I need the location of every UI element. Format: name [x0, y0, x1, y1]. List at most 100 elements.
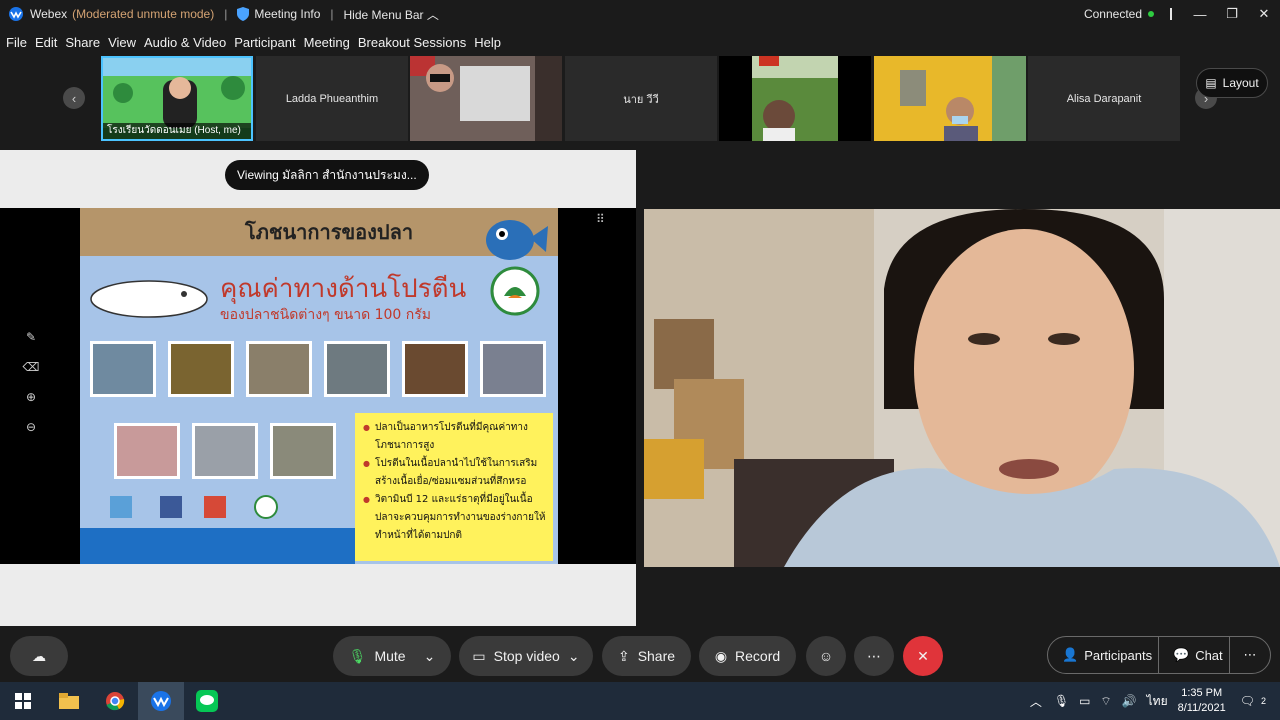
fish-photo [324, 341, 390, 397]
chat-icon: 💬 [1173, 647, 1190, 662]
annotation-toolbar: ✎ ⌫ ⊕ ⊖ [18, 330, 44, 458]
app-name: Webex [30, 7, 68, 21]
system-tray: ︿ 🎙 ▭ ⌔ 🔊 ไทย 1:35 PM 8/11/2021 🗨 2 [1030, 682, 1280, 720]
slide-bullet: โปรตีนในเนื้อปลานำไปใช้ในการเสริมสร้างเน… [363, 455, 547, 491]
fish-photo [402, 341, 468, 397]
minimize-button[interactable]: — [1184, 0, 1216, 28]
share-icon: ⇪ [617, 647, 630, 664]
person-icon: 👤 [1062, 647, 1079, 662]
slide-bullet: ปลาเป็นอาหารโปรตีนที่มีคุณค่าทางโภชนาการ… [363, 419, 547, 455]
share-label: Share [637, 648, 676, 664]
menu-participant[interactable]: Participant [234, 35, 295, 50]
file-explorer-button[interactable] [46, 682, 92, 720]
volume-icon[interactable]: 🔊 [1122, 694, 1137, 708]
drag-handle-icon[interactable]: ⠿ [596, 212, 605, 226]
participant-strip: ‹ โรงเรียนวัดดอนเมย (Host, me) Ladda Phu… [0, 56, 1280, 142]
slide-footer-bar [80, 528, 355, 564]
fish-photo [192, 423, 258, 479]
chevron-down-icon[interactable]: ⌄ [568, 648, 580, 665]
chevron-up-icon[interactable]: ︿ [1030, 693, 1042, 710]
participants-button[interactable]: 👤 Participants [1047, 636, 1159, 674]
slide-subtitle-2: ของปลาชนิดต่างๆ ขนาด 100 กรัม [220, 307, 432, 323]
participant-tile[interactable] [410, 56, 562, 141]
battery-icon[interactable]: ▭ [1079, 694, 1090, 708]
wifi-icon[interactable]: ⌔ [1100, 694, 1111, 709]
fish-photo [270, 423, 336, 479]
meeting-info-label: Meeting Info [254, 7, 321, 21]
leave-meeting-button[interactable]: ✕ [903, 636, 943, 676]
menu-breakout-sessions[interactable]: Breakout Sessions [358, 35, 466, 50]
participant-tile[interactable] [874, 56, 1026, 141]
folder-icon [59, 693, 79, 709]
active-speaker-video[interactable] [644, 209, 1280, 567]
participant-tile[interactable]: นาย วีวี [565, 56, 717, 141]
participant-video-frame [410, 56, 562, 141]
fish-photo [168, 341, 234, 397]
record-button[interactable]: ◉ Record [699, 636, 796, 676]
divider: | [330, 7, 334, 21]
menu-bar: File Edit Share View Audio & Video Parti… [0, 30, 509, 54]
mute-button[interactable]: 🎙 Mute ⌄ [333, 636, 451, 676]
microphone-icon: 🎙 [348, 647, 367, 664]
participant-tile[interactable] [719, 56, 871, 141]
divider: | [224, 7, 228, 21]
participant-name: นาย วีวี [623, 93, 659, 106]
menu-share[interactable]: Share [65, 35, 100, 50]
chevron-down-icon[interactable]: ⌄ [424, 648, 436, 665]
zoom-out-icon[interactable]: ⊖ [26, 420, 36, 434]
video-camera-icon: ▭ [472, 647, 486, 664]
more-options-button[interactable]: ⋯ [854, 636, 894, 676]
restore-button[interactable]: ❐ [1216, 0, 1248, 28]
speaker-video-frame [644, 209, 1280, 567]
menu-edit[interactable]: Edit [35, 35, 57, 50]
webex-icon [151, 691, 171, 711]
meeting-info-button[interactable]: Meeting Info [237, 7, 320, 21]
menu-meeting[interactable]: Meeting [304, 35, 350, 50]
meeting-mode: (Moderated unmute mode) [72, 7, 215, 21]
meeting-controls: ☁ 🎙 Mute ⌄ ▭ Stop video ⌄ ⇪ Share ◉ Reco… [0, 630, 1280, 682]
hide-menu-bar-button[interactable]: Hide Menu Bar ︿ [344, 6, 439, 23]
participant-tile-host[interactable]: โรงเรียนวัดดอนเมย (Host, me) [101, 56, 253, 141]
chevron-up-icon: ︿ [426, 7, 439, 22]
language-indicator[interactable]: ไทย [1147, 692, 1168, 711]
microphone-icon[interactable]: 🎙 [1054, 694, 1069, 708]
stop-video-label: Stop video [493, 648, 560, 664]
start-button[interactable] [0, 682, 46, 720]
menu-help[interactable]: Help [474, 35, 501, 50]
close-window-button[interactable]: ✕ [1248, 0, 1280, 28]
windows-taskbar: ︿ 🎙 ▭ ⌔ 🔊 ไทย 1:35 PM 8/11/2021 🗨 2 [0, 682, 1280, 720]
line-app-button[interactable] [184, 682, 230, 720]
more-icon: ⋯ [867, 647, 881, 664]
chrome-button[interactable] [92, 682, 138, 720]
participant-tile[interactable]: Ladda Phueanthim [256, 56, 408, 141]
stop-video-button[interactable]: ▭ Stop video ⌄ [459, 636, 593, 676]
pen-icon[interactable]: ✎ [26, 330, 36, 344]
scroll-left-button[interactable]: ‹ [63, 87, 85, 109]
windows-logo-icon [15, 693, 31, 709]
chrome-icon [106, 692, 125, 711]
layout-button[interactable]: ▤ Layout [1196, 68, 1268, 98]
viewing-indicator[interactable]: Viewing มัลลิกา สำนักงานประมง... [225, 160, 429, 190]
webex-taskbar-button[interactable] [138, 682, 184, 720]
panel-more-button[interactable]: ⋯ [1229, 636, 1271, 674]
fish-photo [246, 341, 312, 397]
participant-tile[interactable]: Alisa Darapanit [1028, 56, 1180, 141]
clock-time: 1:35 PM [1181, 687, 1223, 699]
chat-button[interactable]: 💬 Chat [1158, 636, 1230, 674]
zoom-in-icon[interactable]: ⊕ [26, 390, 36, 404]
share-button[interactable]: ⇪ Share [602, 636, 691, 676]
reactions-menu-button[interactable]: ☁ [10, 636, 68, 676]
chat-label: Chat [1195, 647, 1223, 663]
presentation-slide: โภชนาการของปลา คุณค่าทางด้านโปรตีน ของปล… [80, 208, 558, 564]
menu-audio-video[interactable]: Audio & Video [144, 35, 226, 50]
reactions-button[interactable]: ☺ [806, 636, 846, 676]
department-logo-icon [490, 266, 540, 316]
menu-view[interactable]: View [108, 35, 136, 50]
menu-file[interactable]: File [6, 35, 27, 50]
line-icon [196, 690, 218, 712]
notification-icon[interactable]: 🗨 [1240, 694, 1255, 708]
participant-name: โรงเรียนวัดดอนเมย (Host, me) [103, 123, 251, 139]
fish-photo [480, 341, 546, 397]
clock[interactable]: 1:35 PM 8/11/2021 [1178, 686, 1226, 716]
eraser-icon[interactable]: ⌫ [23, 360, 40, 374]
